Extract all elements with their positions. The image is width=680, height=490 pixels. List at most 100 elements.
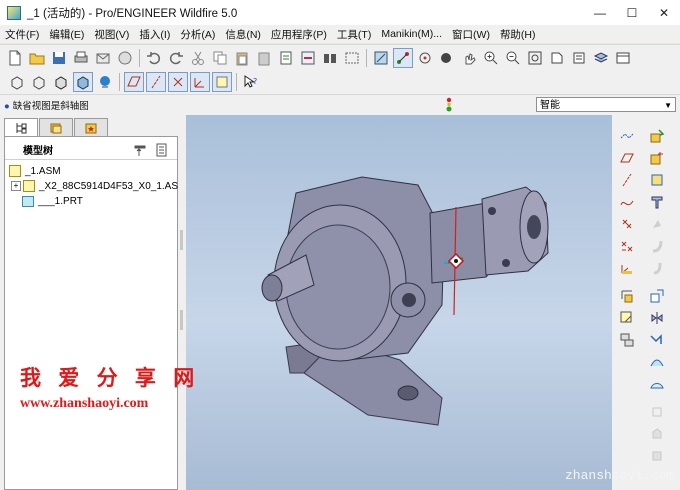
sketch-tool-icon[interactable]	[618, 309, 636, 327]
email-icon[interactable]	[93, 48, 113, 68]
tree-item-subassembly[interactable]: + _X2_88C5914D4F53_X0_1.ASM	[11, 179, 186, 193]
saved-views-icon[interactable]	[569, 48, 589, 68]
open-folder-icon[interactable]	[27, 48, 47, 68]
maximize-button[interactable]: ☐	[616, 0, 648, 25]
menu-analysis[interactable]: 分析(A)	[175, 27, 220, 42]
sash-grip[interactable]	[180, 310, 183, 330]
spin-center-icon[interactable]	[393, 48, 413, 68]
tree-item-label: _1.ASM	[25, 165, 61, 177]
find-icon[interactable]	[320, 48, 340, 68]
package-component-icon[interactable]	[648, 171, 666, 189]
sketch-curve-icon[interactable]	[618, 193, 636, 211]
menu-tools[interactable]: 工具(T)	[332, 27, 376, 42]
message-row: ● 缺省视图是斜轴图 智能 ▼	[0, 94, 680, 115]
regenerate-icon[interactable]	[276, 48, 296, 68]
selection-filter-dropdown[interactable]: 智能 ▼	[536, 97, 676, 112]
menu-bar: 文件(F) 编辑(E) 视图(V) 插入(I) 分析(A) 信息(N) 应用程序…	[0, 25, 680, 43]
reorient-icon[interactable]	[547, 48, 567, 68]
copy-icon[interactable]	[210, 48, 230, 68]
regeneration-status-icon[interactable]	[444, 97, 454, 112]
datum-planes-icon[interactable]	[124, 72, 144, 92]
assembly-model[interactable]	[186, 115, 612, 490]
shaded-icon[interactable]	[73, 72, 93, 92]
menu-help[interactable]: 帮助(H)	[495, 27, 541, 42]
pan-icon[interactable]	[459, 48, 479, 68]
model-tree-header: 模型树	[5, 137, 177, 160]
tree-item-root[interactable]: _1.ASM	[9, 164, 61, 178]
redo-icon[interactable]	[166, 48, 186, 68]
mirror-tool-icon[interactable]	[648, 309, 666, 327]
tree-settings-icon[interactable]	[130, 140, 150, 160]
menu-file[interactable]: 文件(F)	[0, 27, 44, 42]
paste-special-icon[interactable]	[254, 48, 274, 68]
zoom-in-icon[interactable]	[481, 48, 501, 68]
wireframe-icon[interactable]	[7, 72, 27, 92]
layers-icon[interactable]	[591, 48, 611, 68]
cut-tool-icon[interactable]	[648, 193, 666, 211]
save-icon[interactable]	[49, 48, 69, 68]
menu-info[interactable]: 信息(N)	[220, 27, 266, 42]
undo-icon[interactable]	[144, 48, 164, 68]
toolbar-divider	[236, 73, 237, 91]
paste-icon[interactable]	[232, 48, 252, 68]
datum-point-icon[interactable]	[618, 215, 636, 233]
enhanced-realism-icon[interactable]	[95, 72, 115, 92]
datum-plane-icon[interactable]	[618, 149, 636, 167]
menu-applications[interactable]: 应用程序(P)	[266, 27, 332, 42]
zoom-out-icon[interactable]	[503, 48, 523, 68]
shading-icon[interactable]	[437, 48, 457, 68]
repaint-icon[interactable]	[371, 48, 391, 68]
sash-grip[interactable]	[180, 230, 183, 250]
main-toolbar	[0, 44, 680, 71]
boundary-tool-icon[interactable]	[648, 375, 666, 393]
assemble-component-icon[interactable]	[648, 127, 666, 145]
minimize-button[interactable]: —	[584, 0, 616, 25]
favorites-icon	[85, 123, 97, 133]
create-component-icon[interactable]	[648, 149, 666, 167]
menu-manikin[interactable]: Manikin(M)...	[376, 28, 447, 40]
menu-view[interactable]: 视图(V)	[89, 27, 134, 42]
tree-item-part[interactable]: ___1.PRT	[22, 194, 83, 208]
coordinate-system-icon[interactable]	[618, 259, 636, 277]
annotations-icon[interactable]	[212, 72, 232, 92]
favorites-tab[interactable]	[74, 118, 108, 136]
cut-icon[interactable]	[188, 48, 208, 68]
menu-window[interactable]: 窗口(W)	[447, 27, 495, 42]
expand-icon[interactable]: +	[11, 181, 21, 191]
no-hidden-icon[interactable]	[51, 72, 71, 92]
menu-edit[interactable]: 编辑(E)	[44, 27, 89, 42]
analysis-feature-icon[interactable]	[618, 287, 636, 305]
refit-icon[interactable]	[525, 48, 545, 68]
new-file-icon[interactable]	[5, 48, 25, 68]
surface-tool-icon[interactable]	[648, 353, 666, 371]
hidden-line-icon[interactable]	[29, 72, 49, 92]
print-icon[interactable]	[71, 48, 91, 68]
context-help-icon[interactable]: ?	[241, 72, 261, 92]
merge-tool-icon[interactable]	[648, 331, 666, 349]
copy-geometry-icon[interactable]	[648, 287, 666, 305]
datum-axes-icon[interactable]	[146, 72, 166, 92]
insert-component-icon[interactable]	[618, 331, 636, 349]
selection-box-icon[interactable]	[342, 48, 362, 68]
datum-axis-icon[interactable]	[618, 171, 636, 189]
datum-csys-offset-icon[interactable]	[618, 237, 636, 255]
model-tree: 模型树 _1.ASM + _X2_88C5914D4F53_X0_1.ASM _…	[4, 136, 186, 490]
coordinate-systems-icon[interactable]	[190, 72, 210, 92]
view-manager-icon[interactable]	[613, 48, 633, 68]
watermark-corner: zhanshaoyi.com	[565, 468, 675, 483]
close-button[interactable]: ✕	[648, 0, 680, 25]
model-tree-title: 模型树	[23, 146, 53, 157]
solidify-disabled-icon	[648, 447, 666, 465]
menu-insert[interactable]: 插入(I)	[134, 27, 175, 42]
panel-sash[interactable]	[178, 115, 186, 490]
orient-mode-icon[interactable]	[415, 48, 435, 68]
model-tree-tab[interactable]	[4, 118, 38, 136]
layers-tab[interactable]	[39, 118, 73, 136]
send-icon[interactable]	[115, 48, 135, 68]
show-options-icon[interactable]	[152, 140, 172, 160]
regen-manager-icon[interactable]	[298, 48, 318, 68]
tree-item-label: _X2_88C5914D4F53_X0_1.ASM	[39, 180, 187, 192]
datum-plane-tool-icon[interactable]	[618, 127, 636, 145]
graphics-window[interactable]	[186, 115, 612, 490]
datum-points-icon[interactable]	[168, 72, 188, 92]
